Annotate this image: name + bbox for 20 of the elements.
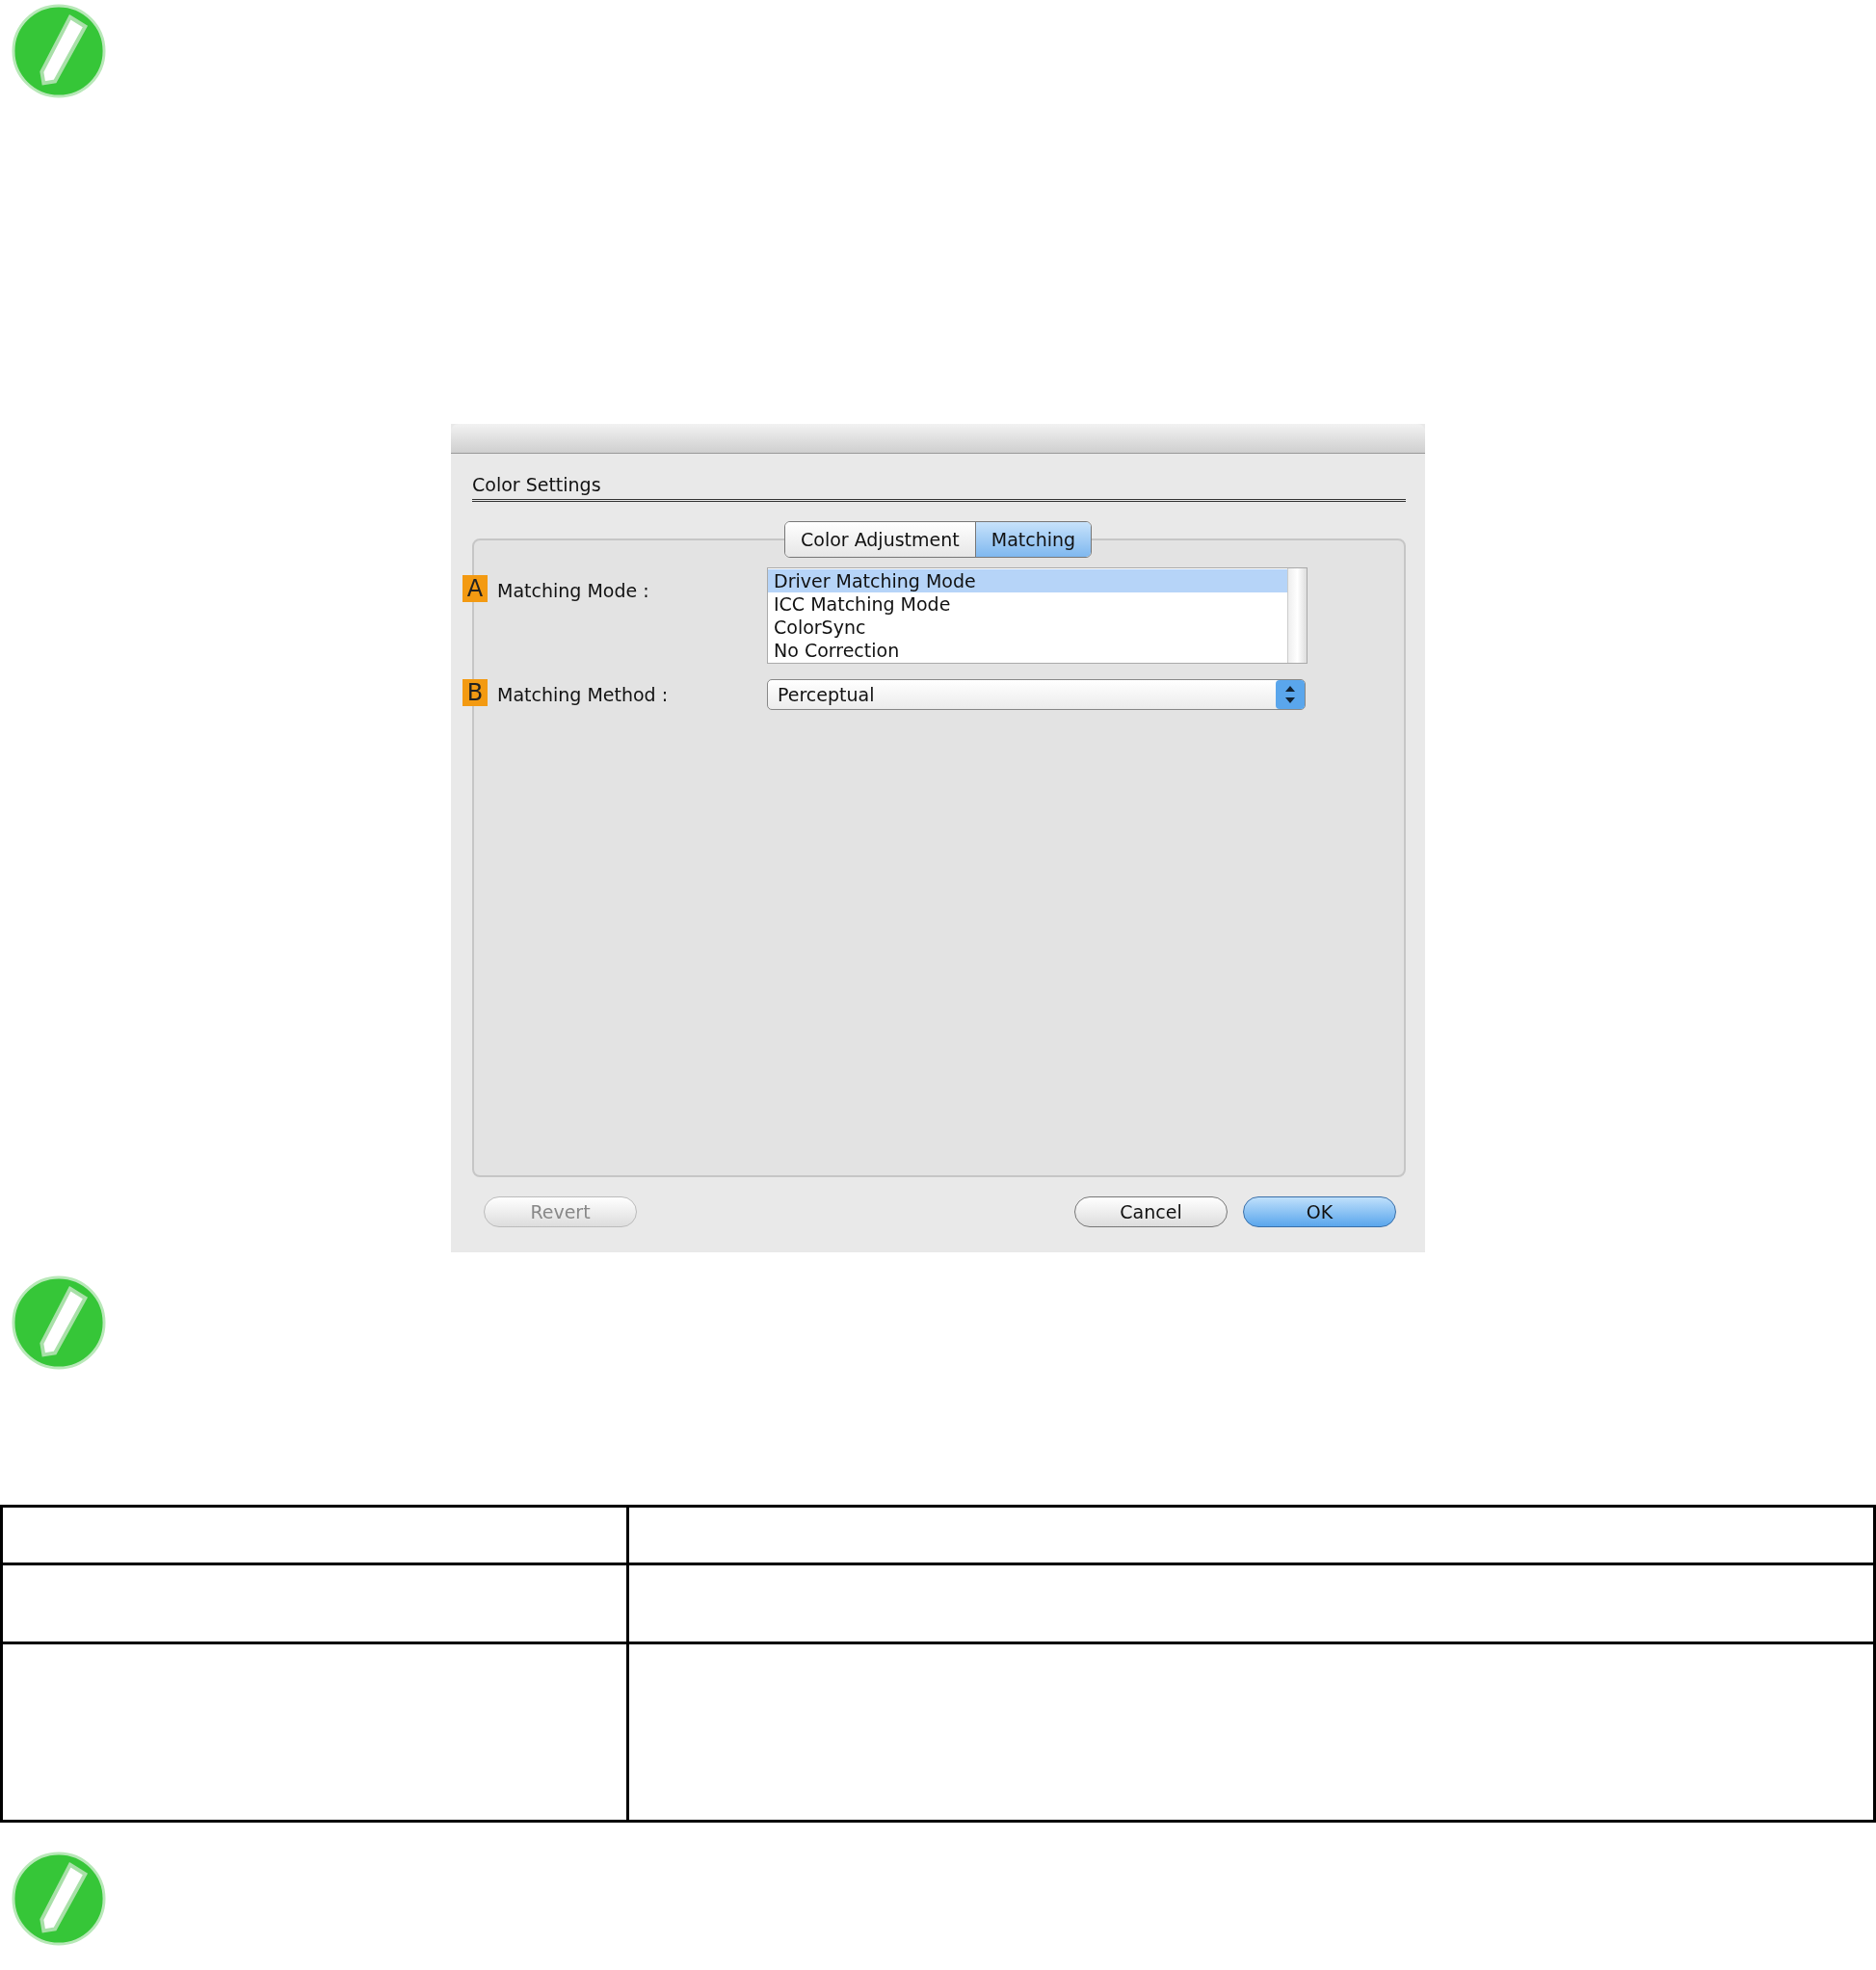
field-label: Matching Mode : [496, 579, 650, 603]
list-item[interactable]: No Correction [768, 639, 1287, 662]
stepper-arrows-icon [1276, 680, 1305, 709]
dialog-button[interactable]: OK [1243, 1196, 1396, 1227]
pencil-icon [12, 1852, 106, 1946]
field-label: Matching Method : [496, 683, 670, 707]
pencil-icon [12, 4, 106, 98]
pencil-icon [12, 1275, 106, 1370]
marker-label: A [462, 575, 488, 602]
popup-value: Perceptual [778, 682, 875, 707]
tab[interactable]: Color Adjustment [785, 521, 975, 557]
popup-menu[interactable]: Perceptual [767, 679, 1306, 710]
list-box[interactable]: Driver Matching Mode ICC Matching Mode ColorSync No Correction [767, 567, 1308, 664]
list-item[interactable]: ColorSync [768, 616, 1287, 639]
marker-label: B [462, 679, 488, 706]
section-title: Color Settings [472, 474, 601, 495]
dialog-button[interactable]: Cancel [1074, 1196, 1228, 1227]
list-item[interactable]: ICC Matching Mode [768, 592, 1287, 616]
tab[interactable]: Matching [974, 521, 1092, 557]
list-item[interactable]: Driver Matching Mode [768, 569, 1287, 592]
